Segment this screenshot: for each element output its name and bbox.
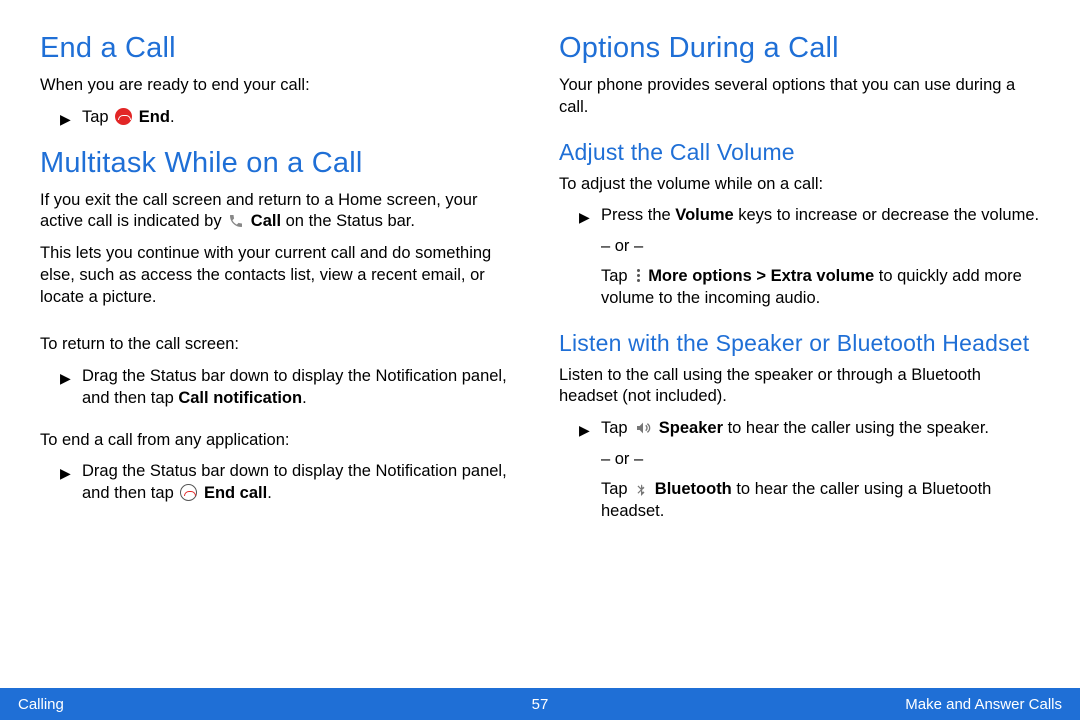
step-arrow-icon: ▶ xyxy=(60,463,71,485)
more-options-label: More options > Extra volume xyxy=(648,267,874,285)
step-speaker: ▶ Tap Speaker to hear the caller using t… xyxy=(559,418,1040,440)
step-volume-keys: ▶ Press the Volume keys to increase or d… xyxy=(559,205,1040,227)
end-call-label: End call xyxy=(204,484,267,502)
bluetooth-icon xyxy=(634,480,648,498)
text-fragment: Tap xyxy=(601,480,632,498)
page-footer: Calling 57 Make and Answer Calls xyxy=(0,688,1080,720)
text-multitask-1: If you exit the call screen and return t… xyxy=(40,190,521,234)
footer-chapter: Calling xyxy=(18,696,64,713)
speaker-label: Speaker xyxy=(659,419,723,437)
text-adjust-volume: To adjust the volume while on a call: xyxy=(559,174,1040,196)
text-speaker-intro: Listen to the call using the speaker or … xyxy=(559,365,1040,409)
text-fragment: to hear the caller using the speaker. xyxy=(723,419,989,437)
text-options-intro: Your phone provides several options that… xyxy=(559,75,1040,119)
text-multitask-2: This lets you continue with your current… xyxy=(40,243,521,308)
text-fragment: Drag the Status bar down to display the … xyxy=(82,462,507,502)
bluetooth-label: Bluetooth xyxy=(655,480,732,498)
volume-label: Volume xyxy=(675,206,733,224)
heading-end-a-call: End a Call xyxy=(40,32,521,65)
step-text: Tap xyxy=(82,108,113,126)
footer-page-number: 57 xyxy=(532,696,549,713)
right-column: Options During a Call Your phone provide… xyxy=(559,32,1040,678)
text-end-from-app: To end a call from any application: xyxy=(40,430,521,452)
step-end-from-app: ▶ Drag the Status bar down to display th… xyxy=(40,461,521,505)
text-fragment: keys to increase or decrease the volume. xyxy=(734,206,1039,224)
end-call-red-icon xyxy=(115,108,132,125)
text-return-call: To return to the call screen: xyxy=(40,334,521,356)
step-return-call: ▶ Drag the Status bar down to display th… xyxy=(40,366,521,410)
step-extra-volume: Tap More options > Extra volume to quick… xyxy=(559,266,1040,310)
heading-multitask: Multitask While on a Call xyxy=(40,147,521,180)
step-bluetooth: Tap Bluetooth to hear the caller using a… xyxy=(559,479,1040,523)
footer-section: Make and Answer Calls xyxy=(905,696,1062,713)
heading-options-during-call: Options During a Call xyxy=(559,32,1040,65)
content-columns: End a Call When you are ready to end you… xyxy=(0,0,1080,688)
end-label: End xyxy=(139,108,170,126)
text-fragment: Tap xyxy=(601,419,632,437)
step-arrow-icon: ▶ xyxy=(579,207,590,229)
end-call-outline-icon xyxy=(180,484,197,501)
or-separator: – or – xyxy=(601,450,1040,469)
text-intro-end: When you are ready to end your call: xyxy=(40,75,521,97)
text-fragment: Tap xyxy=(601,267,632,285)
step-arrow-icon: ▶ xyxy=(60,109,71,131)
speaker-icon xyxy=(634,420,652,436)
phone-handset-icon xyxy=(228,213,244,229)
or-separator: – or – xyxy=(601,237,1040,256)
left-column: End a Call When you are ready to end you… xyxy=(40,32,521,678)
subheading-speaker-bluetooth: Listen with the Speaker or Bluetooth Hea… xyxy=(559,330,1040,357)
subheading-adjust-volume: Adjust the Call Volume xyxy=(559,139,1040,166)
step-tap-end: ▶ Tap End. xyxy=(40,107,521,129)
more-options-icon xyxy=(633,268,645,284)
text-fragment: Press the xyxy=(601,206,675,224)
call-notification-label: Call notification xyxy=(178,389,302,407)
text-fragment: on the Status bar. xyxy=(281,212,415,230)
step-arrow-icon: ▶ xyxy=(579,420,590,442)
manual-page: End a Call When you are ready to end you… xyxy=(0,0,1080,720)
step-arrow-icon: ▶ xyxy=(60,368,71,390)
call-label: Call xyxy=(251,212,281,230)
